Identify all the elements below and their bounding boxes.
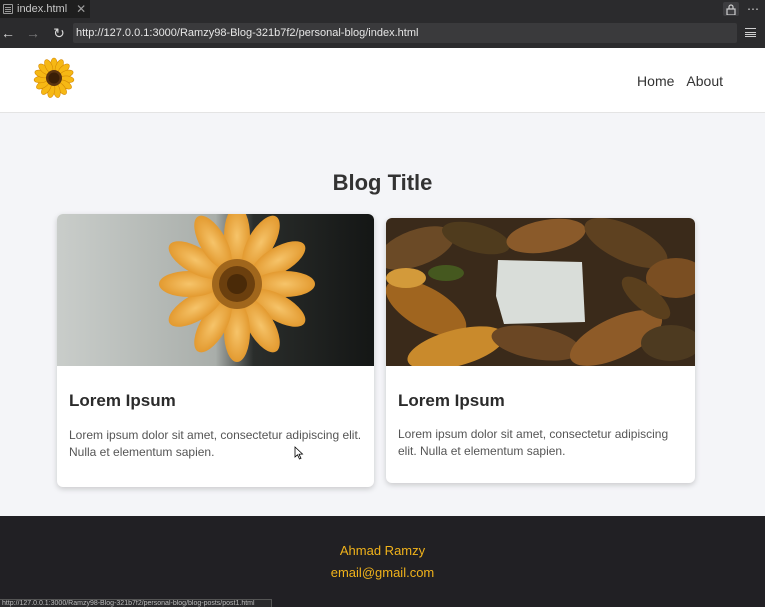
mouse-cursor-icon [294,446,304,460]
status-bar-link: http://127.0.0.1:3000/Ramzy98-Blog-321b7… [0,599,272,607]
page-icon [3,4,13,14]
nav-home-link[interactable]: Home [637,73,674,89]
autumn-leaves-photo [386,218,695,366]
post-excerpt: Lorem ipsum dolor sit amet, consectetur … [398,427,669,458]
sunflower-logo-icon[interactable] [33,57,75,99]
post-card[interactable]: Lorem Ipsum Lorem ipsum dolor sit amet, … [386,218,695,483]
browser-tab[interactable]: index.html ✕ [0,0,90,18]
page-title: Blog Title [332,170,433,195]
browser-tab-bar: index.html ✕ ⋯ [0,0,765,18]
menu-icon[interactable] [745,28,756,37]
tab-title: index.html [17,3,68,15]
site-nav: Home About [637,73,723,89]
post-card[interactable]: Lorem Ipsum Lorem ipsum dolor sit amet, … [57,214,374,487]
nav-about-link[interactable]: About [686,73,723,89]
site-footer: Ahmad Ramzy email@gmail.com [0,516,765,607]
reload-icon[interactable]: ↻ [51,24,67,42]
more-options-icon[interactable]: ⋯ [747,2,759,16]
footer-author-name: Ahmad Ramzy [339,543,426,558]
site-header: Home About [0,48,765,113]
footer-email[interactable]: email@gmail.com [0,565,765,580]
sunflower-photo [57,214,374,366]
post-title[interactable]: Lorem Ipsum [398,391,505,411]
address-bar[interactable]: http://127.0.0.1:3000/Ramzy98-Blog-321b7… [73,23,737,43]
post-title[interactable]: Lorem Ipsum [69,391,176,411]
forward-icon[interactable]: → [25,24,41,42]
close-tab-icon[interactable]: ✕ [76,2,86,16]
window-controls: ⋯ [723,0,759,18]
page-viewport: Home About Blog Title Lorem Ipsum Lorem … [0,48,765,607]
back-icon[interactable]: ← [0,24,16,42]
lock-icon[interactable] [723,2,739,16]
post-excerpt: Lorem ipsum dolor sit amet, consectetur … [69,428,362,459]
